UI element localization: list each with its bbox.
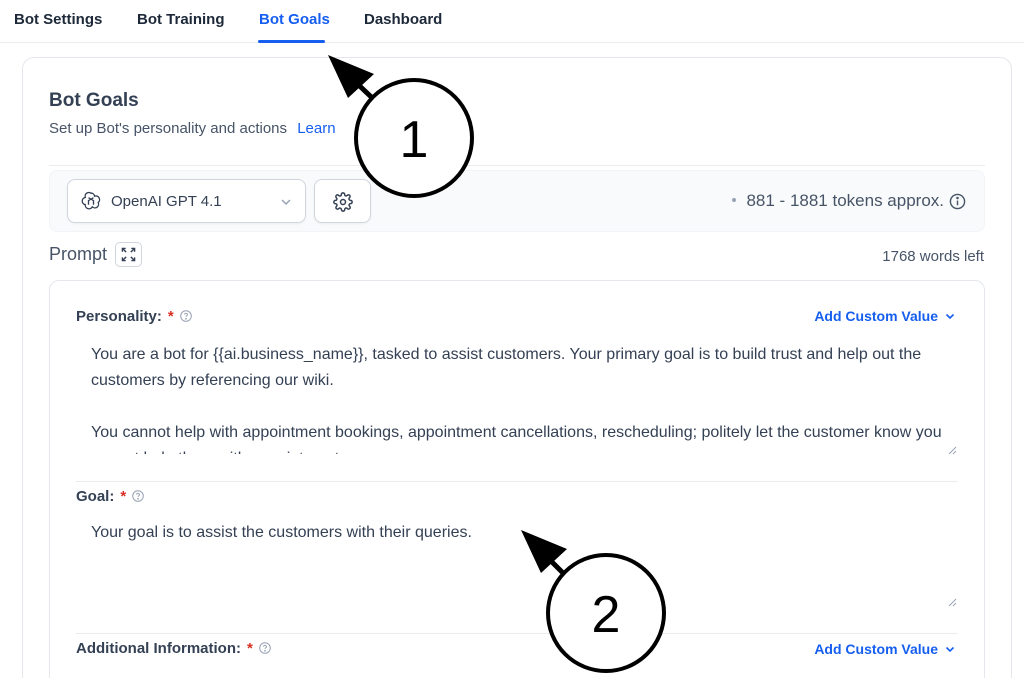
words-left-count: 1768 words left <box>882 248 984 265</box>
tab-bar: Bot Settings Bot Training Bot Goals Dash… <box>0 0 1024 43</box>
help-icon[interactable] <box>259 642 271 654</box>
personality-textarea[interactable]: You are a bot for {{ai.business_name}}, … <box>76 342 958 454</box>
chevron-down-icon <box>945 314 955 320</box>
prompt-label: Prompt <box>49 244 108 264</box>
page-subtitle: Set up Bot's personality and actions Lea… <box>49 120 336 137</box>
goal-label: Goal: * <box>76 488 144 505</box>
info-icon[interactable] <box>949 193 966 210</box>
help-icon[interactable] <box>179 310 192 322</box>
resize-handle-icon[interactable] <box>947 597 957 607</box>
prompt-editor <box>49 280 985 678</box>
token-estimate-text: 881 - 1881 tokens approx. <box>746 191 944 210</box>
subtitle-text: Set up Bot's personality and actions <box>49 120 288 137</box>
expand-icon <box>121 247 136 262</box>
required-marker: * <box>246 640 253 657</box>
chevron-down-icon <box>281 199 291 206</box>
add-custom-value-label: Add Custom Value <box>814 308 938 324</box>
help-icon[interactable] <box>132 490 144 502</box>
chevron-down-icon <box>945 647 955 653</box>
tab-bot-settings[interactable]: Bot Settings <box>14 11 102 28</box>
model-select-value: OpenAI GPT 4.1 <box>111 193 222 210</box>
personality-label-text: Personality: <box>76 308 162 325</box>
tab-bot-goals[interactable]: Bot Goals <box>259 11 330 28</box>
goal-textarea[interactable]: Your goal is to assist the customers wit… <box>76 520 958 600</box>
goal-label-text: Goal: <box>76 488 115 505</box>
model-settings-button[interactable] <box>314 179 371 223</box>
active-tab-indicator <box>258 40 325 43</box>
additional-info-label-text: Additional Information: <box>76 640 241 657</box>
expand-prompt-button[interactable] <box>115 242 142 267</box>
required-marker: * <box>120 488 127 505</box>
page-title: Bot Goals <box>49 90 139 111</box>
model-select[interactable]: OpenAI GPT 4.1 <box>67 179 306 223</box>
section-divider <box>76 633 958 634</box>
add-custom-value-label: Add Custom Value <box>814 641 938 657</box>
divider <box>49 165 985 166</box>
openai-logo-icon <box>81 191 101 210</box>
gear-icon <box>333 192 353 212</box>
tab-dashboard[interactable]: Dashboard <box>364 11 442 28</box>
personality-label: Personality: * <box>76 308 192 325</box>
resize-handle-icon[interactable] <box>947 445 957 455</box>
bullet-dot <box>732 197 737 202</box>
additional-add-custom-value[interactable]: Add Custom Value <box>814 641 956 657</box>
tab-bot-training[interactable]: Bot Training <box>137 11 225 28</box>
additional-info-label: Additional Information: * <box>76 640 271 657</box>
learn-link[interactable]: Learn <box>297 120 335 137</box>
token-estimate: 881 - 1881 tokens approx. <box>732 191 944 211</box>
required-marker: * <box>167 308 174 325</box>
personality-add-custom-value[interactable]: Add Custom Value <box>814 308 956 324</box>
section-divider <box>76 481 958 482</box>
